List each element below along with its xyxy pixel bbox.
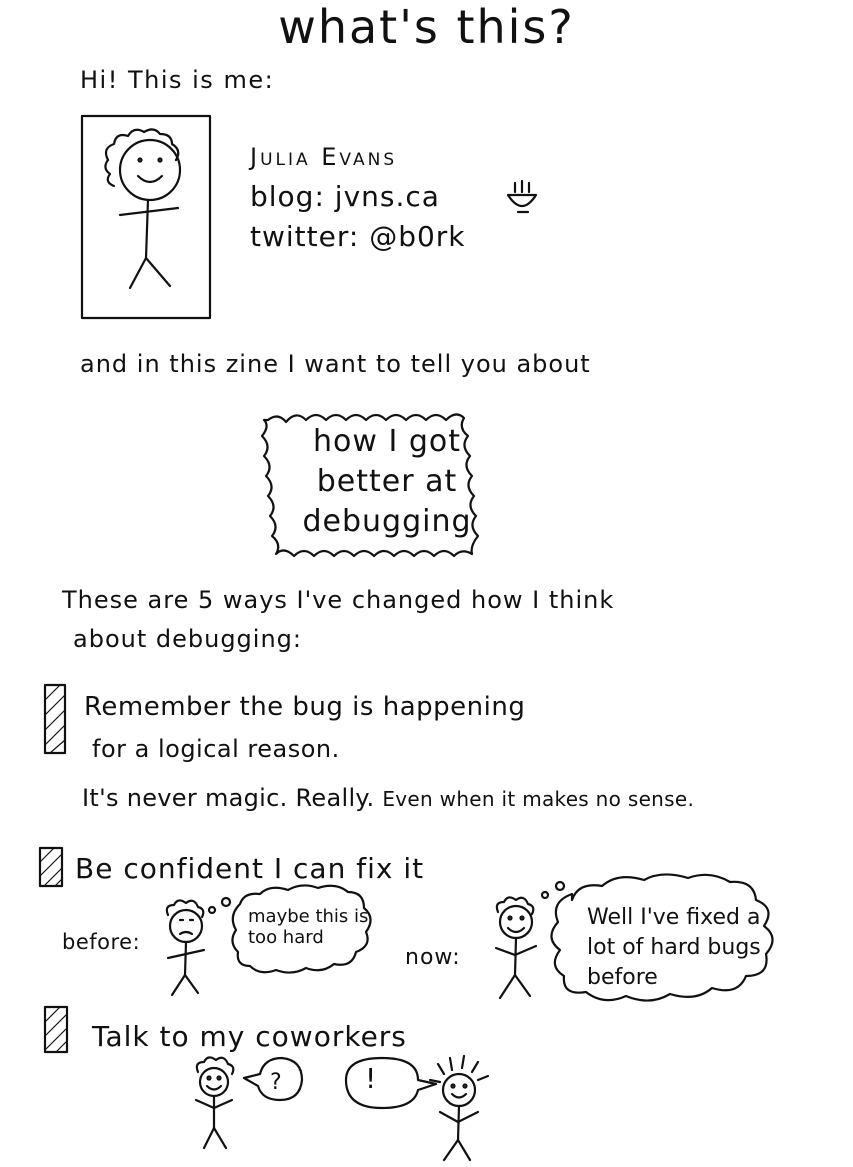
item-1-line-2: for a logical reason. [92,735,340,763]
coworker-stick-figure-icon [194,1056,235,1150]
hatched-checkbox-icon [43,683,67,755]
item-2-title: Be confident I can fix it [75,852,425,885]
item-1-note-main: It's never magic. Really. [82,784,375,812]
before-label: before: [62,930,141,954]
cloud-line-2: better at [316,464,458,499]
item-1-note: It's never magic. Really. Even when it m… [82,784,694,812]
item-3-title: Talk to my coworkers [92,1020,407,1053]
ramen-bowl-icon [506,179,538,214]
author-name: Julia Evans [250,143,398,171]
ways-intro-line-1: These are 5 ways I've changed how I thin… [62,586,615,614]
hatched-checkbox-icon [43,1005,69,1054]
question-mark-text: ? [270,1070,283,1095]
author-twitter-link[interactable]: twitter: @b0rk [250,220,466,253]
speech-bubble-exclaim [344,1056,438,1110]
cloud-line-1: how I got [313,424,461,459]
greeting-text: Hi! This is me: [80,66,275,94]
coworker-spiky-stick-figure-icon [428,1054,490,1162]
now-label: now: [405,945,461,970]
happy-stick-figure-icon [494,880,566,1000]
cloud-topic: how I got better at debugging [262,422,512,542]
page-title: what's this? [278,0,575,54]
author-blog-link[interactable]: blog: jvns.ca [250,180,440,213]
now-thought-text: Well I've fixed a lot of hard bugs befor… [587,905,761,990]
before-thought-text: maybe this is too hard [248,906,369,948]
ways-intro-line-2: about debugging: [73,625,302,653]
item-1-note-small: Even when it makes no sense. [382,787,695,811]
portrait-frame-icon [80,114,212,320]
cloud-line-3: debugging [302,504,472,539]
exclamation-text: ! [365,1062,377,1095]
worried-stick-figure-icon [165,896,232,997]
intro-text: and in this zine I want to tell you abou… [80,350,591,378]
item-1-line-1: Remember the bug is happening [84,692,526,722]
hatched-checkbox-icon [38,846,64,888]
